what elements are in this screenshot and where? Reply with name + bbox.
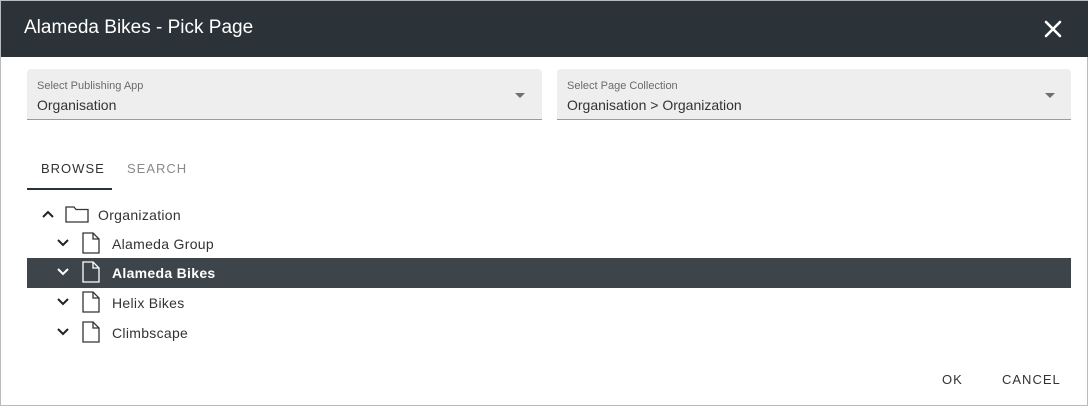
chevron-down-icon[interactable] [56, 265, 70, 279]
tree-item-label: Organization [98, 207, 181, 223]
page-collection-value: Organisation > Organization [567, 97, 742, 113]
page-icon [82, 232, 100, 259]
tree-item-alameda-bikes[interactable]: Alameda Bikes [27, 258, 1071, 288]
dialog-title: Alameda Bikes - Pick Page [24, 17, 254, 38]
active-tab-indicator [27, 188, 112, 190]
tree-item-label: Alameda Bikes [112, 265, 216, 281]
chevron-down-icon[interactable] [56, 295, 70, 309]
tree-item-label: Climbscape [112, 325, 189, 341]
page-icon [82, 321, 100, 348]
chevron-down-icon[interactable] [56, 325, 70, 339]
publishing-app-select[interactable]: Select Publishing App Organisation [27, 69, 542, 120]
folder-icon [65, 205, 89, 228]
dialog-titlebar: Alameda Bikes - Pick Page [1, 1, 1088, 57]
page-collection-label: Select Page Collection [567, 80, 678, 92]
page-icon [82, 261, 100, 288]
tab-browse[interactable]: BROWSE [41, 161, 105, 176]
page-icon [82, 291, 100, 318]
page-collection-select[interactable]: Select Page Collection Organisation > Or… [557, 69, 1071, 120]
tree-root-organization[interactable]: Organization [27, 200, 1071, 230]
ok-button[interactable]: OK [942, 372, 963, 387]
pick-page-dialog: Alameda Bikes - Pick Page Select Publish… [0, 0, 1088, 406]
tab-search[interactable]: SEARCH [127, 161, 187, 176]
chevron-up-icon[interactable] [41, 207, 55, 221]
close-icon[interactable] [1041, 17, 1065, 41]
tree-item-label: Helix Bikes [112, 295, 185, 311]
publishing-app-value: Organisation [37, 97, 117, 113]
tree-item-label: Alameda Group [112, 236, 214, 252]
cancel-button[interactable]: CANCEL [1002, 372, 1061, 387]
publishing-app-label: Select Publishing App [37, 80, 144, 92]
tree-item-helix-bikes[interactable]: Helix Bikes [27, 288, 1071, 318]
caret-down-icon [515, 93, 525, 98]
chevron-down-icon[interactable] [56, 236, 70, 250]
caret-down-icon [1045, 93, 1055, 98]
tree-item-alameda-group[interactable]: Alameda Group [27, 229, 1071, 259]
tree-item-climbscape[interactable]: Climbscape [27, 318, 1071, 348]
